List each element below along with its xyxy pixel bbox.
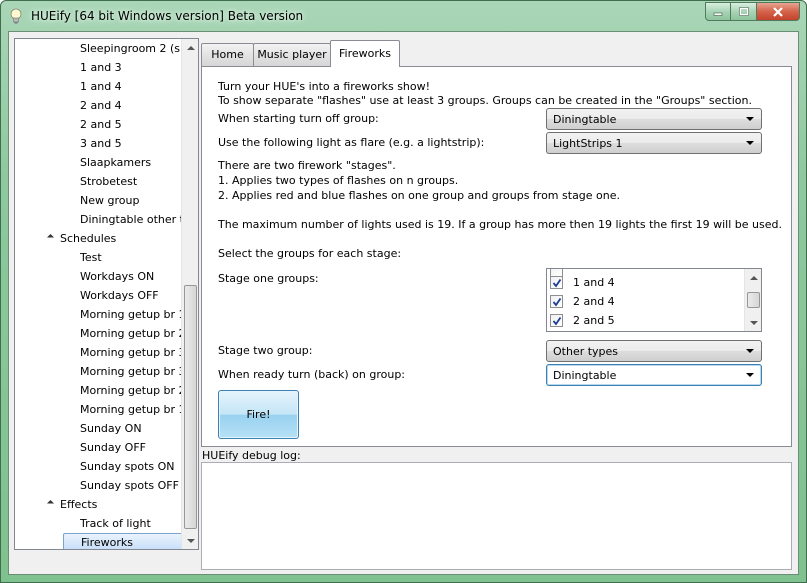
tree-node-schedules[interactable]: Schedules xyxy=(60,229,116,248)
stage-two-group-select[interactable]: Other types xyxy=(546,340,762,362)
list-item-label: 1 and 4 xyxy=(573,276,615,289)
fireworks-panel: Turn your HUE's into a fireworks show! T… xyxy=(201,66,792,447)
dropdown-arrow-icon xyxy=(746,373,754,377)
arrow-up-icon xyxy=(749,275,758,280)
stage-one-label: Stage one groups: xyxy=(218,272,319,285)
tree-item-group[interactable]: Sleepingroom 2 (spots) xyxy=(80,39,184,58)
tree-item-schedule[interactable]: Test xyxy=(80,248,184,267)
debug-log-textbox[interactable] xyxy=(201,462,792,570)
stage-two-label: Stage two group: xyxy=(218,344,313,357)
window-controls xyxy=(705,2,800,21)
stages-text: There are two firework "stages". xyxy=(218,159,396,172)
dropdown-arrow-icon xyxy=(746,117,754,121)
check-icon xyxy=(552,316,561,325)
tree-item-schedule[interactable]: Workdays OFF xyxy=(80,286,184,305)
lightbulb-icon xyxy=(10,8,22,24)
scroll-up-button[interactable] xyxy=(182,39,198,56)
tree-item-effect[interactable]: Track of light xyxy=(80,514,184,533)
close-icon xyxy=(773,6,783,17)
tree-item-group[interactable]: Slaapkamers xyxy=(80,153,184,172)
select-groups-text: Select the groups for each stage: xyxy=(218,247,402,260)
checkbox[interactable] xyxy=(550,295,563,308)
ready-label: When ready turn (back) on group: xyxy=(218,368,406,381)
tree-item-schedule[interactable]: Sunday ON xyxy=(80,419,184,438)
fire-button[interactable]: Fire! xyxy=(218,390,299,439)
dropdown-arrow-icon xyxy=(746,141,754,145)
tree-item-schedule[interactable]: Morning getup br 3 xyxy=(80,362,184,381)
arrow-down-icon xyxy=(186,538,195,543)
scroll-up-button[interactable] xyxy=(745,269,761,286)
tab-fireworks[interactable]: Fireworks xyxy=(330,40,400,67)
tree-item-group[interactable]: Diningtable other types xyxy=(80,210,184,229)
maximize-icon xyxy=(738,6,749,16)
tree-item-schedule[interactable]: Morning getup br 2 xyxy=(80,324,184,343)
tree-item-group[interactable]: 1 and 4 xyxy=(80,77,184,96)
tree-item-group[interactable]: Strobetest xyxy=(80,172,184,191)
stage-two-description: 2. Applies red and blue flashes on one g… xyxy=(218,189,621,202)
tree-item-group[interactable]: 1 and 3 xyxy=(80,58,184,77)
ready-group-select[interactable]: Diningtable xyxy=(546,364,762,386)
check-icon xyxy=(552,297,561,306)
checkbox[interactable] xyxy=(550,276,563,289)
tree-item-schedule[interactable]: Morning getup br 1 xyxy=(80,400,184,419)
tree-item-schedule[interactable]: Sunday spots OFF xyxy=(80,476,184,495)
tab-home[interactable]: Home xyxy=(201,43,254,66)
tab-music-player[interactable]: Music player xyxy=(253,43,331,66)
tree-scrollbar[interactable] xyxy=(181,39,198,549)
list-item-label: 2 and 4 xyxy=(573,295,615,308)
tree-node-effects[interactable]: Effects xyxy=(60,495,97,514)
close-button[interactable] xyxy=(757,2,800,21)
stage-one-description: 1. Applies two types of flashes on n gro… xyxy=(218,174,459,187)
flare-light-value: LightStrips 1 xyxy=(553,137,623,150)
max-lights-text: The maximum number of lights used is 19.… xyxy=(218,218,782,231)
dropdown-arrow-icon xyxy=(746,349,754,353)
tree-item-schedule[interactable]: Morning getup br 1 xyxy=(80,305,184,324)
scroll-down-button[interactable] xyxy=(182,532,198,549)
stage-one-groups-list[interactable]: 1 and 4 2 and 4 2 and 5 xyxy=(546,268,762,332)
scroll-thumb[interactable] xyxy=(184,285,197,529)
scroll-thumb[interactable] xyxy=(747,292,760,308)
minimize-button[interactable] xyxy=(705,2,731,21)
collapse-schedules-icon[interactable] xyxy=(46,233,55,242)
flare-label: Use the following light as flare (e.g. a… xyxy=(218,136,485,149)
arrow-up-icon xyxy=(186,45,195,50)
tree-item-schedule[interactable]: Workdays ON xyxy=(80,267,184,286)
start-off-group-select[interactable]: Diningtable xyxy=(546,108,762,130)
list-item[interactable]: 2 and 5 xyxy=(550,311,615,330)
start-off-label: When starting turn off group: xyxy=(218,112,379,125)
minimize-icon xyxy=(713,12,723,16)
tree-item-schedule[interactable]: Sunday OFF xyxy=(80,438,184,457)
flare-light-select[interactable]: LightStrips 1 xyxy=(546,132,762,154)
list-item[interactable]: 1 and 4 xyxy=(550,273,615,292)
tree-item-group[interactable]: 2 and 5 xyxy=(80,115,184,134)
title-bar[interactable]: HUEify [64 bit Windows version] Beta ver… xyxy=(1,1,806,31)
scroll-down-button[interactable] xyxy=(745,314,761,331)
intro-text: Turn your HUE's into a fireworks show! xyxy=(218,80,431,93)
tree-item-schedule[interactable]: Morning getup br 2 xyxy=(80,381,184,400)
client-area: Sleepingroom 2 (spots) 1 and 3 1 and 4 2… xyxy=(8,31,799,575)
window-title: HUEify [64 bit Windows version] Beta ver… xyxy=(31,9,304,23)
app-window: HUEify [64 bit Windows version] Beta ver… xyxy=(0,0,807,583)
tree-item-fireworks[interactable]: Fireworks xyxy=(63,533,184,549)
maximize-button[interactable] xyxy=(731,2,757,21)
debug-log-label: HUEify debug log: xyxy=(202,449,301,462)
ready-group-value: Diningtable xyxy=(553,369,617,382)
start-off-group-value: Diningtable xyxy=(553,113,617,126)
tree-item-schedule[interactable]: Sunday spots ON xyxy=(80,457,184,476)
check-icon xyxy=(552,278,561,287)
tree-item-group[interactable]: New group xyxy=(80,191,184,210)
list-item-label: 2 and 5 xyxy=(573,314,615,327)
checkbox[interactable] xyxy=(550,314,563,327)
tree-item-group[interactable]: 2 and 4 xyxy=(80,96,184,115)
navigation-tree[interactable]: Sleepingroom 2 (spots) 1 and 3 1 and 4 2… xyxy=(14,38,199,550)
tree-item-schedule[interactable]: Morning getup br 3 xyxy=(80,343,184,362)
tree-item-group[interactable]: 3 and 5 xyxy=(80,134,184,153)
arrow-down-icon xyxy=(749,320,758,325)
collapse-effects-icon[interactable] xyxy=(46,499,55,508)
intro-hint-text: To show separate "flashes" use at least … xyxy=(218,94,752,107)
list-scrollbar[interactable] xyxy=(744,269,761,331)
list-item[interactable]: 2 and 4 xyxy=(550,292,615,311)
stage-two-group-value: Other types xyxy=(553,345,619,358)
